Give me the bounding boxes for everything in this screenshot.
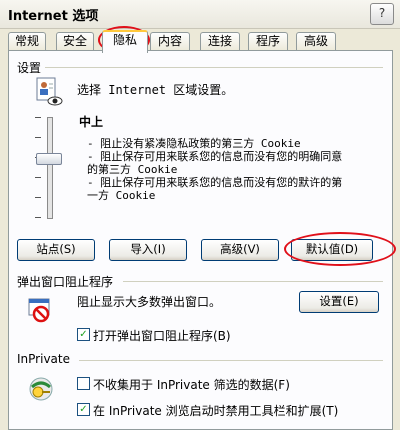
tab-advanced[interactable]: 高级	[296, 32, 336, 51]
inprivate-toolbar-label[interactable]: 在 InPrivate 浏览启动时禁用工具栏和扩展(T)	[93, 402, 338, 419]
settings-divider	[45, 67, 383, 68]
privacy-level-slider-track[interactable]	[47, 117, 53, 219]
slider-tick	[35, 197, 41, 198]
popup-divider	[123, 281, 383, 282]
help-button[interactable]: ?	[370, 3, 394, 25]
popup-section-title: 弹出窗口阻止程序	[17, 275, 114, 289]
privacy-panel: 设置 选择 Internet 区域设置。 中上 - 阻止没有紧凑隐私政策的第三方…	[8, 50, 393, 430]
help-icon: ?	[378, 6, 386, 20]
inprivate-divider	[79, 360, 383, 361]
settings-section-title: 设置	[17, 61, 42, 75]
level-description-line: - 阻止保存可用来联系您的信息而没有您的默许的第	[87, 176, 343, 189]
level-description-line: 一方 Cookie	[87, 189, 156, 202]
sites-button[interactable]: 站点(S)	[17, 239, 95, 261]
inprivate-icon	[27, 375, 55, 403]
zone-intro-text: 选择 Internet 区域设置。	[77, 83, 234, 97]
tab-connections[interactable]: 连接	[200, 32, 240, 51]
popup-blocker-checkbox[interactable]: ✓	[77, 328, 90, 341]
level-description-line: - 阻止保存可用来联系您的信息而没有您的明确同意	[87, 150, 343, 163]
popup-blocker-checkbox-label[interactable]: 打开弹出窗口阻止程序(B)	[93, 327, 231, 344]
inprivate-filter-checkbox[interactable]	[77, 377, 90, 390]
inprivate-filter-label[interactable]: 不收集用于 InPrivate 筛选的数据(F)	[93, 376, 290, 393]
inprivate-toolbar-checkbox[interactable]: ✓	[77, 403, 90, 416]
popup-settings-button[interactable]: 设置(E)	[299, 291, 379, 313]
slider-tick	[35, 217, 41, 218]
privacy-document-icon	[35, 77, 63, 107]
tab-privacy[interactable]: 隐私	[102, 30, 148, 53]
advanced-button[interactable]: 高级(V)	[201, 239, 279, 261]
default-button[interactable]: 默认值(D)	[291, 239, 373, 261]
popup-block-icon	[27, 297, 53, 323]
window-title: Internet 选项	[8, 9, 99, 24]
popup-description: 阻止显示大多数弹出窗口。	[77, 295, 222, 309]
privacy-level-slider-thumb[interactable]	[36, 153, 62, 165]
slider-tick	[35, 177, 41, 178]
slider-tick	[35, 117, 41, 118]
inprivate-section-title: InPrivate	[17, 352, 70, 366]
import-button[interactable]: 导入(I)	[109, 239, 187, 261]
slider-tick	[35, 137, 41, 138]
tab-security[interactable]: 安全	[56, 32, 94, 51]
title-bar: Internet 选项 ?	[0, 0, 400, 29]
privacy-level-title: 中上	[79, 115, 104, 129]
level-description-line: 的第三方 Cookie	[87, 163, 178, 176]
level-description-line: - 阻止没有紧凑隐私政策的第三方 Cookie	[87, 137, 301, 150]
tab-content[interactable]: 内容	[150, 32, 190, 51]
tab-programs[interactable]: 程序	[248, 32, 288, 51]
tab-general[interactable]: 常规	[8, 32, 46, 51]
